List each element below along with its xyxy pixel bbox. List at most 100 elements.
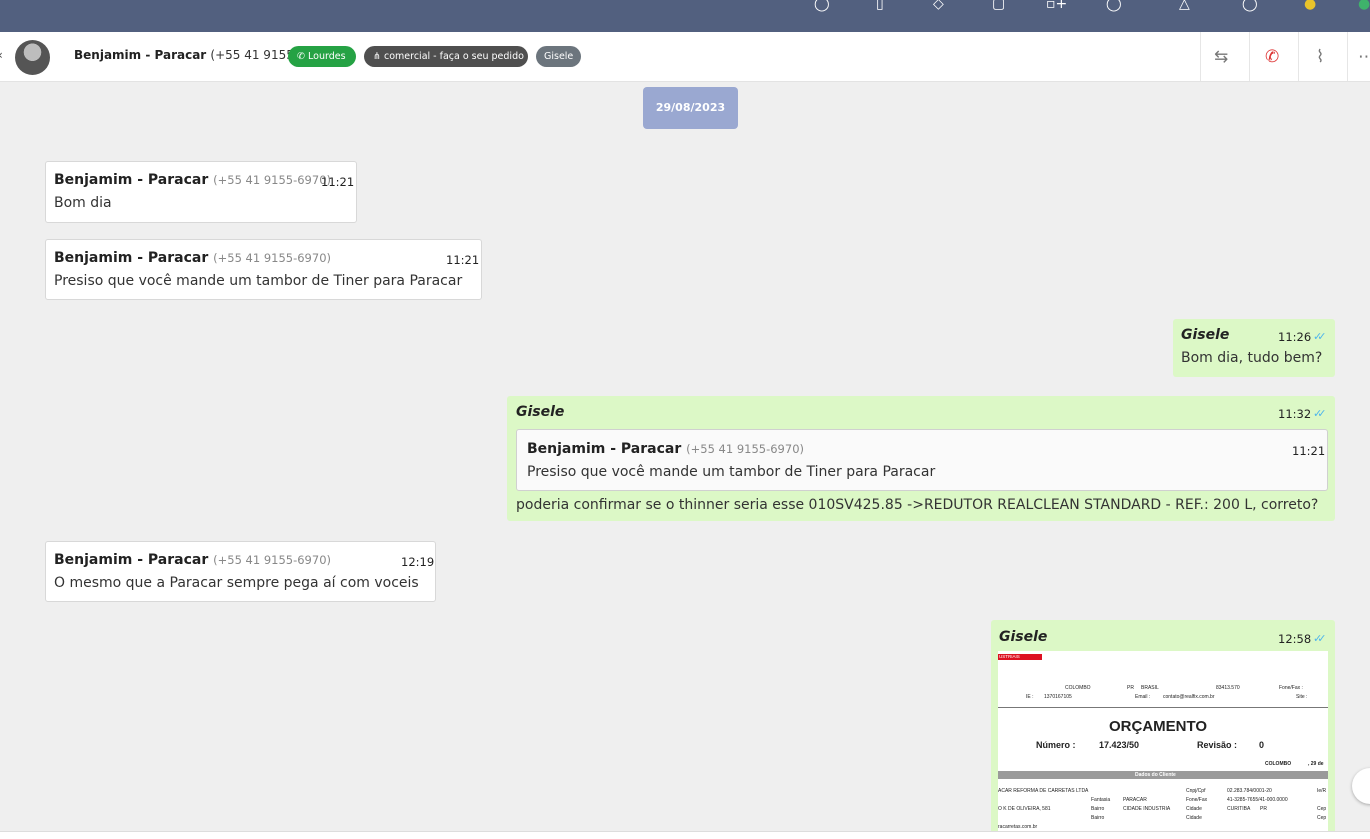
message-bubble-outgoing[interactable]: Gisele 11:32 ✓✓ Benjamim - Paracar (+55 … (507, 396, 1335, 521)
message-time: 11:21 (446, 253, 480, 267)
doc-fone2: 41-3285-7655/41-000.0000 (1227, 797, 1288, 803)
doc-cnpj: 02.283.784/0001-20 (1227, 788, 1272, 794)
doc-section: Dados do Cliente (1135, 772, 1176, 778)
whatsapp-tag-label: Lourdes (308, 51, 346, 62)
message-sender: Benjamim - Paracar (+55 41 9155-6970) (54, 172, 331, 188)
doc-web: racarretas.com.br (998, 824, 1038, 830)
quoted-text: Presiso que você mande um tambor de Tine… (527, 464, 936, 480)
message-time: 12:58 (1278, 632, 1312, 646)
clipboard-icon[interactable]: ▯ (876, 0, 884, 14)
hangup-icon[interactable]: ✆ (1265, 47, 1279, 67)
doc-title: ORÇAMENTO (1109, 718, 1208, 735)
chat-icon[interactable]: ◯ (814, 0, 830, 14)
message-bubble-incoming[interactable]: Benjamim - Paracar (+55 41 9155-6970) 11… (45, 161, 357, 223)
doc-revisao-label: Revisão : (1197, 740, 1238, 750)
message-sender: Benjamim - Paracar (+55 41 9155-6970) (54, 552, 331, 568)
doc-city: COLOMBO (1065, 685, 1091, 691)
doc-site-label: Site : (1296, 694, 1308, 700)
more-icon[interactable]: ⋯ (1358, 47, 1370, 67)
doc-bairro: CIDADE INDUSTRIA (1123, 806, 1171, 812)
doc-uf: PR (1260, 806, 1267, 812)
doc-client: ACAR REFORMA DE CARRETAS LTDA (998, 788, 1089, 794)
menu-icon[interactable]: ◯ (1242, 0, 1258, 14)
doc-address: O K DE OLIVEIRA, 581 (998, 806, 1051, 812)
doc-cidade-label: Cidade (1186, 806, 1202, 812)
phone-icon[interactable]: ▢ (992, 0, 1005, 14)
doc-ie-label: IE : (1026, 694, 1034, 700)
scroll-down-button[interactable] (1352, 768, 1370, 804)
queue-tag-label: comercial - faça o seu pedido (384, 51, 524, 62)
doc-brand: USTRIAIS (999, 654, 1020, 659)
quoted-message[interactable]: Benjamim - Paracar (+55 41 9155-6970) 11… (516, 429, 1328, 491)
queue-tag: ⋔ comercial - faça o seu pedido (364, 46, 528, 67)
read-ticks-icon: ✓✓ (1313, 407, 1327, 420)
message-sender: Benjamim - Paracar (+55 41 9155-6970) (54, 250, 331, 266)
message-time: 11:26 (1278, 330, 1312, 344)
doc-place: COLOMBO (1265, 761, 1292, 767)
whatsapp-icon: ✆ (297, 51, 305, 62)
doc-state: PR (1127, 685, 1134, 691)
doc-cidade: CURITIBA (1227, 806, 1251, 812)
doc-email-label: Email : (1135, 694, 1151, 700)
doc-bairro2-label: Bairro (1091, 815, 1105, 821)
apps-icon[interactable]: ▫+ ˅ (1046, 0, 1079, 14)
tag-icon[interactable]: ◇ (933, 0, 944, 14)
chat-header: ‹ Benjamim - Paracar (+55 41 9155-6970) … (0, 32, 1370, 82)
contact-name: Benjamim - Paracar (74, 48, 207, 62)
message-time: 11:32 (1278, 407, 1312, 421)
doc-date: , 29 de (1308, 761, 1324, 767)
header-divider (1249, 32, 1250, 81)
message-text: O mesmo que a Paracar sempre pega aí com… (54, 575, 419, 591)
doc-email: contato@realfix.com.br (1163, 694, 1215, 700)
message-text: Presiso que você mande um tambor de Tine… (54, 273, 463, 289)
quoted-sender: Benjamim - Paracar (+55 41 9155-6970) (527, 441, 804, 457)
user-tag-label: Gisele (544, 51, 574, 62)
doc-fone2-label: Fone/Fax (1186, 797, 1208, 803)
message-text: Bom dia, tudo bem? (1181, 350, 1323, 366)
message-text: poderia confirmar se o thinner seria ess… (516, 497, 1319, 513)
message-text: Bom dia (54, 195, 112, 211)
transfer-icon[interactable]: ⇆ (1214, 47, 1228, 67)
doc-country: BRASIL (1141, 685, 1159, 691)
doc-fantasia-label: Fantasia (1091, 797, 1111, 803)
read-ticks-icon: ✓✓ (1313, 330, 1327, 343)
doc-cidade2-label: Cidade (1186, 815, 1202, 821)
queue-icon: ⋔ (373, 51, 381, 62)
app-topbar: ◯ ▯ ◇ ▢ ▫+ ˅ ◯ ˅ △ ◯ ● ● (0, 0, 1370, 32)
message-sender: Gisele (1181, 327, 1230, 343)
read-ticks-icon: ✓✓ (1313, 632, 1327, 645)
doc-ie2-label: Ie/R (1317, 788, 1327, 794)
doc-ie: 1370167105 (1044, 694, 1072, 700)
doc-cep3-label: Cep (1317, 815, 1327, 821)
doc-revisao: 0 (1259, 740, 1265, 750)
header-divider (1347, 32, 1348, 81)
user-tag: Gisele (536, 46, 581, 67)
doc-fantasia: PARACAR (1123, 797, 1147, 803)
status-icon[interactable]: ● (1304, 0, 1316, 14)
doc-bairro-label: Bairro (1091, 806, 1105, 812)
date-badge: 29/08/2023 (643, 87, 738, 129)
whatsapp-connection-tag: ✆ Lourdes (288, 46, 356, 67)
message-time: 12:19 (401, 555, 435, 569)
message-time: 11:21 (321, 175, 355, 189)
doc-numero: 17.423/50 (1099, 740, 1140, 750)
message-sender: Gisele (516, 404, 565, 420)
message-bubble-incoming[interactable]: Benjamim - Paracar (+55 41 9155-6970) 12… (45, 541, 436, 602)
doc-fone-label: Fone/Fax : (1279, 685, 1303, 691)
bell-icon[interactable]: △ (1179, 0, 1190, 14)
doc-cep2-label: Cep (1317, 806, 1327, 812)
help-icon[interactable]: ◯ ˅ (1106, 0, 1133, 14)
header-divider (1298, 32, 1299, 81)
message-sender: Gisele (999, 629, 1048, 645)
message-bubble-incoming[interactable]: Benjamim - Paracar (+55 41 9155-6970) 11… (45, 239, 482, 300)
doc-rule (998, 707, 1328, 708)
header-divider (1200, 32, 1201, 81)
doc-cnpj-label: Cnpj/Cpf (1186, 788, 1206, 794)
doc-numero-label: Número : (1036, 740, 1076, 750)
message-bubble-outgoing[interactable]: Gisele 11:26 ✓✓ Bom dia, tudo bem? (1173, 319, 1335, 377)
back-icon[interactable]: ‹ (0, 48, 3, 62)
status-dot-icon: ● (1358, 0, 1370, 12)
avatar[interactable] (15, 40, 50, 75)
attach-icon[interactable]: ⌇ (1316, 47, 1324, 67)
document-preview[interactable]: USTRIAIS COLOMBO PR BRASIL 83413.570 Fon… (998, 651, 1328, 831)
